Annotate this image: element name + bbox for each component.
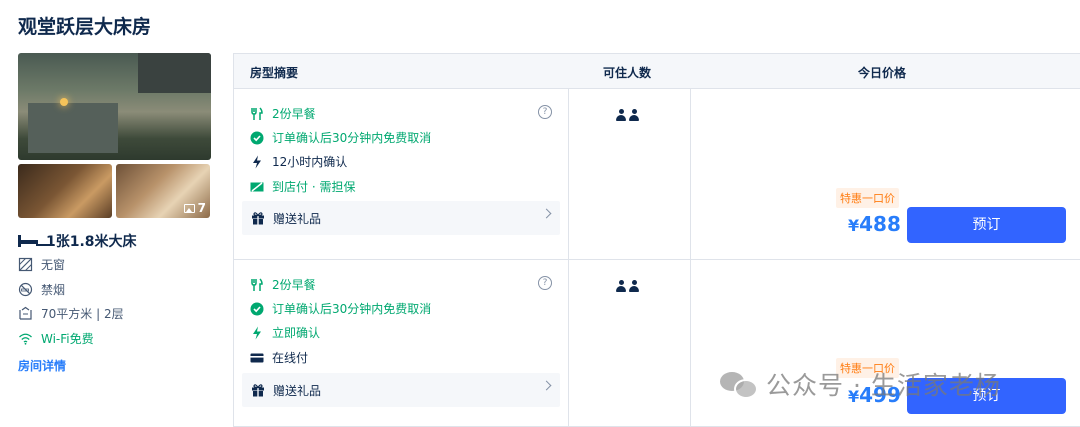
policy-cancel: 订单确认后30分钟内免费取消 bbox=[250, 129, 431, 146]
wechat-icon bbox=[720, 370, 758, 399]
rate-plan-row: 2份早餐 ? 订单确认后30分钟内免费取消 12小时内确认 到店付 · 需担保 bbox=[234, 89, 1080, 260]
person-icon bbox=[629, 280, 639, 292]
no-window-icon bbox=[18, 257, 33, 272]
bed-info: 1张1.8米大床 bbox=[18, 231, 137, 251]
policy-payment: 在线付 bbox=[250, 349, 308, 366]
chevron-right-icon bbox=[541, 380, 552, 391]
room-photo-thumb[interactable]: 7 bbox=[116, 164, 210, 218]
person-icon bbox=[616, 109, 626, 121]
deal-tag: 特惠一口价 bbox=[836, 188, 899, 208]
bed-icon bbox=[18, 235, 38, 247]
price-currency: ¥ bbox=[848, 216, 860, 235]
policy-breakfast: 2份早餐 bbox=[250, 105, 316, 122]
person-icon bbox=[616, 280, 626, 292]
gift-icon bbox=[251, 383, 265, 397]
policy-confirm: 立即确认 bbox=[250, 324, 320, 341]
lightning-icon bbox=[250, 326, 264, 340]
gift-row[interactable]: 赠送礼品 bbox=[242, 201, 560, 235]
table-header: 房型摘要 可住人数 今日价格 bbox=[234, 54, 1080, 89]
gift-label: 赠送礼品 bbox=[273, 383, 322, 398]
photo-count-badge: 7 bbox=[183, 201, 206, 215]
gift-icon bbox=[251, 211, 265, 225]
room-title: 观堂跃层大床房 bbox=[18, 16, 152, 38]
room-photo-main[interactable] bbox=[18, 53, 211, 160]
policy-label: 立即确认 bbox=[272, 326, 321, 340]
watermark-text: 公众号 · 生活家老杨 bbox=[766, 371, 1001, 400]
feature-area: 70平方米 | 2层 bbox=[18, 305, 124, 322]
room-details-link[interactable]: 房间详情 bbox=[18, 357, 66, 374]
feature-wifi: Wi-Fi免费 bbox=[18, 330, 94, 347]
policy-label: 12小时内确认 bbox=[272, 155, 348, 169]
policy-label: 2份早餐 bbox=[272, 107, 316, 121]
info-icon[interactable]: ? bbox=[538, 105, 552, 119]
info-icon[interactable]: ? bbox=[538, 276, 552, 290]
feature-label: 70平方米 | 2层 bbox=[41, 307, 124, 321]
person-icon bbox=[629, 109, 639, 121]
policy-confirm: 12小时内确认 bbox=[250, 153, 347, 170]
policy-label: 2份早餐 bbox=[272, 278, 316, 292]
utensils-icon bbox=[250, 277, 264, 292]
check-circle-icon bbox=[250, 302, 264, 316]
gift-label: 赠送礼品 bbox=[273, 211, 322, 226]
header-occupancy: 可住人数 bbox=[603, 66, 652, 80]
wifi-icon bbox=[18, 331, 33, 346]
room-photo-thumb[interactable] bbox=[18, 164, 112, 218]
book-button[interactable]: 预订 bbox=[907, 207, 1066, 243]
feature-window: 无窗 bbox=[18, 256, 65, 273]
utensils-icon bbox=[250, 106, 264, 121]
occupancy-icons bbox=[616, 280, 639, 292]
area-icon bbox=[18, 306, 33, 321]
gift-row[interactable]: 赠送礼品 bbox=[242, 373, 560, 407]
header-summary: 房型摘要 bbox=[250, 66, 299, 80]
policy-payment: 到店付 · 需担保 bbox=[250, 178, 355, 195]
feature-smoking: 禁烟 bbox=[18, 281, 65, 298]
header-price: 今日价格 bbox=[858, 66, 907, 80]
lightning-icon bbox=[250, 155, 264, 169]
policy-breakfast: 2份早餐 bbox=[250, 276, 316, 293]
photo-count: 7 bbox=[197, 201, 206, 215]
chevron-right-icon bbox=[541, 208, 552, 219]
policy-label: 订单确认后30分钟内免费取消 bbox=[272, 131, 432, 145]
policy-label: 订单确认后30分钟内免费取消 bbox=[272, 302, 432, 316]
feature-label: Wi-Fi免费 bbox=[41, 332, 94, 346]
card-icon bbox=[250, 351, 264, 365]
watermark: 公众号 · 生活家老杨 bbox=[720, 366, 1001, 402]
feature-label: 无窗 bbox=[41, 258, 66, 272]
no-smoking-icon bbox=[18, 282, 33, 297]
price-amount: 488 bbox=[859, 212, 901, 236]
policy-label: 到店付 · 需担保 bbox=[272, 180, 356, 194]
check-circle-icon bbox=[250, 131, 264, 145]
feature-label: 禁烟 bbox=[41, 283, 66, 297]
price: ¥488 bbox=[848, 212, 901, 236]
room-photo-gallery[interactable]: 7 bbox=[18, 53, 211, 218]
pay-at-hotel-icon bbox=[250, 180, 264, 194]
policy-cancel: 订单确认后30分钟内免费取消 bbox=[250, 300, 431, 317]
image-icon bbox=[183, 203, 195, 213]
occupancy-icons bbox=[616, 109, 639, 121]
policy-label: 在线付 bbox=[272, 351, 309, 365]
bed-label: 1张1.8米大床 bbox=[46, 234, 137, 250]
